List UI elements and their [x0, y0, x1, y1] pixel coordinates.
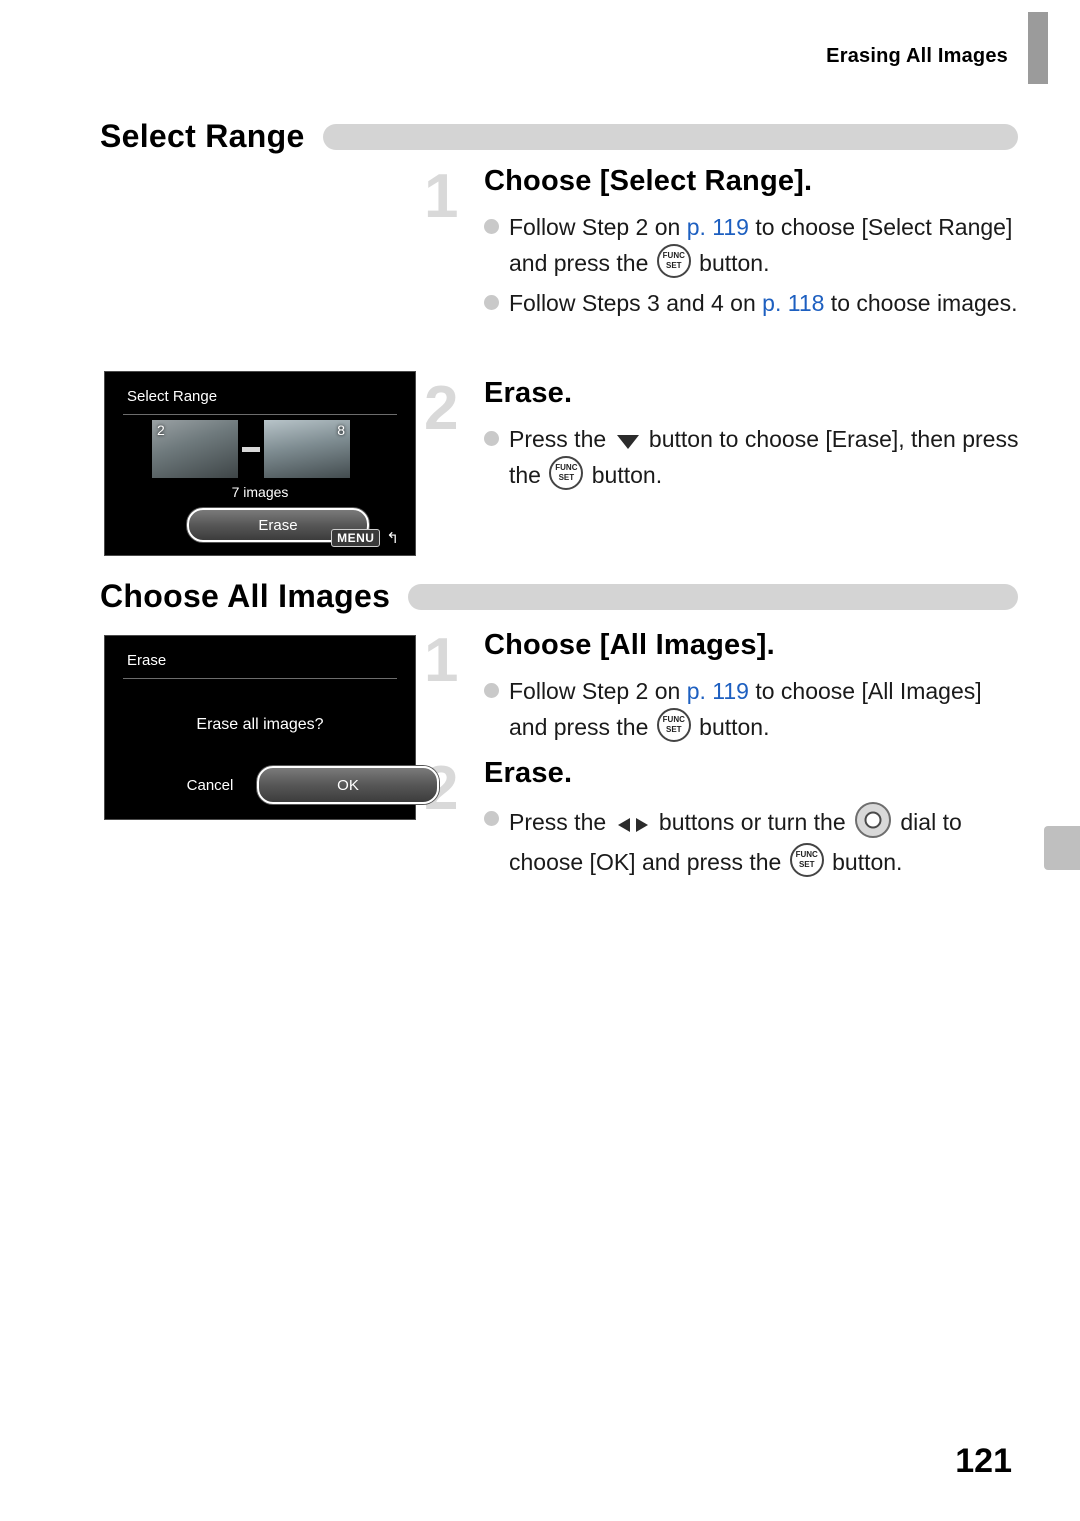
step-heading: Erase. — [484, 377, 573, 409]
screen-title: Erase — [127, 652, 167, 669]
bullet-item: Press the button to choose [Erase], then… — [484, 422, 1020, 492]
section-heading-choose-all-images: Choose All Images — [100, 578, 1018, 615]
section-heading-select-range: Select Range — [100, 118, 1018, 155]
step-2-choose-all-images: 2 Erase. Press the buttons or turn the d… — [424, 757, 1020, 885]
step-1-choose-all-images: 1 Choose [All Images]. Follow Step 2 on … — [424, 626, 1020, 750]
cancel-button[interactable]: Cancel — [145, 770, 275, 800]
thumbnail-end-number: 8 — [337, 422, 345, 438]
func-set-icon: FUNC SET — [656, 707, 691, 742]
step-bullets: Follow Step 2 on p. 119 to choose [Selec… — [484, 210, 1020, 320]
func-set-icon: FUNC SET — [656, 243, 691, 278]
thumbnail-start-number: 2 — [157, 422, 165, 438]
section-title-bar — [322, 123, 1018, 150]
page-reference-link[interactable]: p. 119 — [687, 214, 749, 240]
range-dash-icon — [242, 446, 260, 452]
step-number: 1 — [424, 162, 459, 231]
step-heading: Choose [Select Range]. — [484, 165, 813, 197]
bullet-text: Follow Step 2 on p. 119 to choose [All I… — [509, 677, 982, 742]
section-title-text: Choose All Images — [100, 578, 391, 614]
bullet-dot-icon — [484, 218, 499, 234]
down-arrow-icon — [616, 434, 639, 449]
bullet-text: Follow Step 2 on p. 119 to choose [Selec… — [509, 213, 1013, 278]
bullet-text: Follow Steps 3 and 4 on p. 118 to choose… — [509, 289, 1018, 316]
page-reference-link[interactable]: p. 119 — [687, 678, 749, 704]
step-number: 2 — [424, 374, 459, 443]
step-1-select-range: 1 Choose [Select Range]. Follow Step 2 o… — [424, 162, 1020, 326]
screen-divider — [123, 414, 397, 415]
screen-divider — [123, 678, 397, 679]
bullet-dot-icon — [484, 294, 499, 310]
control-dial-icon — [855, 801, 891, 838]
bullet-item: Follow Steps 3 and 4 on p. 118 to choose… — [484, 286, 1020, 320]
menu-badge-icon[interactable]: MENU — [331, 529, 381, 547]
screen-title: Select Range — [127, 388, 218, 405]
func-set-icon: FUNC SET — [549, 455, 584, 490]
section-title-bar — [408, 583, 1018, 610]
image-count-label: 7 images — [231, 484, 289, 500]
step-heading: Choose [All Images]. — [484, 629, 775, 661]
camera-screen-erase-all: Erase Erase all images? Cancel OK — [104, 635, 439, 820]
step-2-select-range: 2 Erase. Press the button to choose [Era… — [424, 374, 1020, 498]
bullet-item: Follow Step 2 on p. 119 to choose [Selec… — [484, 210, 1020, 280]
step-number: 1 — [424, 626, 459, 695]
bullet-dot-icon — [484, 810, 499, 826]
bullet-text: Press the button to choose [Erase], then… — [509, 425, 1019, 490]
ok-button[interactable]: OK — [257, 766, 439, 804]
menu-hint: MENU ↰ — [331, 529, 399, 547]
thumbnail-start[interactable]: 2 — [152, 420, 238, 478]
step-bullets: Follow Step 2 on p. 119 to choose [All I… — [484, 674, 1020, 744]
side-index-tab — [1044, 826, 1080, 870]
thumbnail-range: 2 8 — [152, 420, 350, 478]
page-reference-link[interactable]: p. 118 — [762, 290, 824, 316]
bullet-item: Follow Step 2 on p. 119 to choose [All I… — [484, 674, 1020, 744]
left-right-arrows-icon — [616, 809, 650, 843]
bullet-dot-icon — [484, 430, 499, 446]
running-head: Erasing All Images — [826, 45, 1008, 67]
bullet-dot-icon — [484, 682, 499, 698]
header-edge-tab — [1028, 12, 1048, 84]
func-set-icon: FUNC SET — [789, 842, 824, 877]
step-bullets: Press the button to choose [Erase], then… — [484, 422, 1020, 492]
step-heading: Erase. — [484, 757, 573, 789]
back-arrow-icon: ↰ — [386, 530, 399, 547]
step-bullets: Press the buttons or turn the dial to ch… — [484, 801, 1020, 879]
bullet-item: Press the buttons or turn the dial to ch… — [484, 801, 1020, 879]
section-title-text: Select Range — [100, 118, 305, 154]
bullet-text: Press the buttons or turn the dial to ch… — [509, 801, 1020, 879]
camera-screen-select-range: Select Range 2 8 7 images Erase MENU ↰ — [104, 371, 416, 556]
page-number: 121 — [955, 1442, 1012, 1480]
confirm-message: Erase all images? — [196, 716, 324, 733]
thumbnail-end[interactable]: 8 — [264, 420, 350, 478]
